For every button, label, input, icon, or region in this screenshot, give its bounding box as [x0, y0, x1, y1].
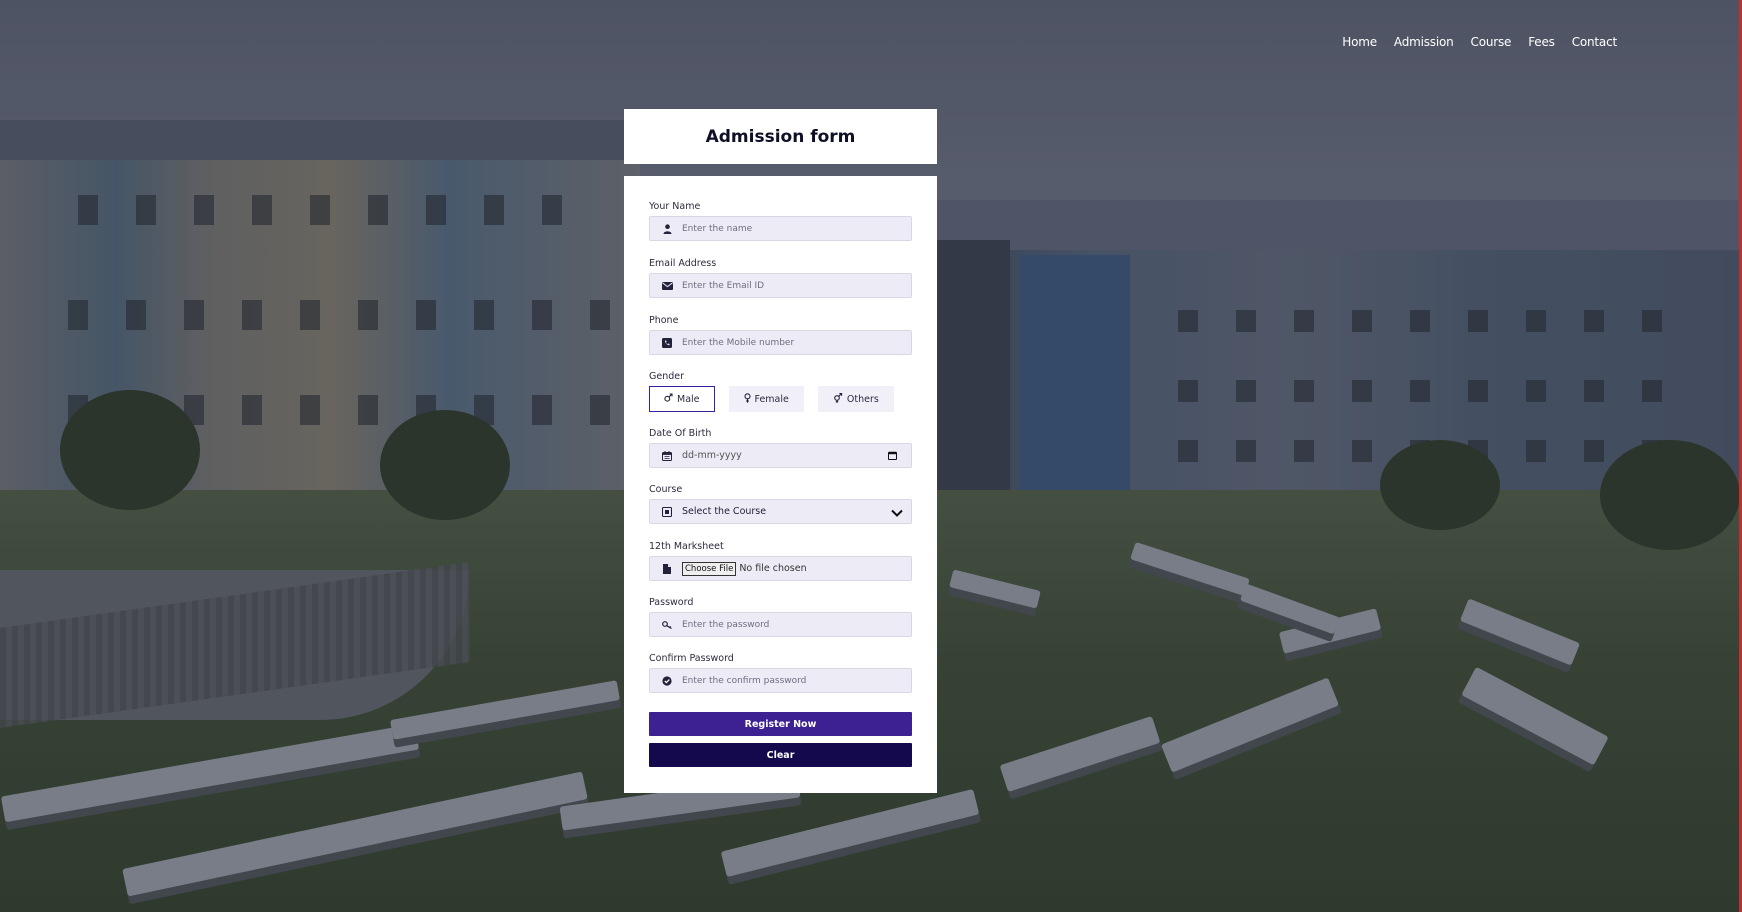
name-input[interactable]	[682, 223, 882, 234]
clear-button[interactable]: Clear	[649, 743, 912, 767]
name-field-group: Your Name	[649, 201, 912, 241]
dob-value: dd-mm-yyyy	[682, 450, 742, 461]
phone-input-box[interactable]	[649, 330, 912, 355]
female-icon	[743, 392, 751, 406]
nav-course-link[interactable]: Course	[1471, 35, 1512, 49]
phone-icon	[660, 336, 674, 350]
password-field-group: Password	[649, 597, 912, 637]
gender-others-label: Others	[846, 393, 879, 405]
form-title-card: Admission form	[624, 109, 937, 164]
user-icon	[660, 222, 674, 236]
course-selected-value: Select the Course	[682, 506, 767, 517]
male-icon	[664, 393, 673, 405]
marksheet-field-group: 12th Marksheet Choose File No file chose…	[649, 541, 912, 581]
gender-female-label: Female	[754, 393, 789, 405]
name-label: Your Name	[649, 201, 701, 212]
gender-options: Male Female Others	[649, 386, 912, 412]
dob-label: Date Of Birth	[649, 428, 712, 439]
nav-admission-link[interactable]: Admission	[1394, 35, 1454, 49]
phone-label: Phone	[649, 315, 679, 326]
gender-option-male[interactable]: Male	[649, 386, 715, 412]
confirm-password-field-group: Confirm Password	[649, 653, 912, 693]
dob-field-group: Date Of Birth dd-mm-yyyy	[649, 428, 912, 468]
email-field-group: Email Address	[649, 258, 912, 298]
nav-contact-link[interactable]: Contact	[1572, 35, 1617, 49]
file-icon	[660, 562, 674, 576]
marksheet-label: 12th Marksheet	[649, 541, 724, 552]
choose-file-button[interactable]: Choose File	[682, 561, 737, 576]
confirm-password-label: Confirm Password	[649, 653, 734, 664]
marksheet-file-input[interactable]: Choose File No file chosen	[649, 556, 912, 581]
course-icon	[660, 505, 674, 519]
envelope-icon	[660, 279, 674, 293]
admission-form: Your Name Email Address Phone Gender	[624, 176, 937, 793]
register-now-button[interactable]: Register Now	[649, 712, 912, 736]
file-status-text: No file chosen	[739, 563, 807, 574]
check-circle-icon	[660, 674, 674, 688]
dob-input[interactable]: dd-mm-yyyy	[649, 443, 912, 468]
email-input-box[interactable]	[649, 273, 912, 298]
phone-input[interactable]	[682, 337, 882, 348]
course-select[interactable]: Select the Course	[649, 499, 912, 524]
confirm-password-input-box[interactable]	[649, 668, 912, 693]
key-icon	[660, 618, 674, 632]
transgender-icon	[833, 392, 843, 406]
gender-option-female[interactable]: Female	[728, 386, 804, 412]
gender-field-group: Gender Male Female Others	[649, 371, 912, 412]
email-label: Email Address	[649, 258, 717, 269]
password-input[interactable]	[682, 619, 882, 630]
calendar-picker-icon[interactable]	[885, 449, 899, 463]
form-title: Admission form	[705, 126, 856, 147]
chevron-down-icon[interactable]	[891, 502, 903, 521]
gender-male-label: Male	[677, 393, 700, 405]
password-input-box[interactable]	[649, 612, 912, 637]
calendar-icon	[660, 449, 674, 463]
email-input[interactable]	[682, 280, 882, 291]
gender-option-others[interactable]: Others	[817, 386, 894, 412]
course-field-group: Course Select the Course	[649, 484, 912, 524]
course-label: Course	[649, 484, 683, 495]
gender-label: Gender	[649, 371, 685, 382]
nav-fees-link[interactable]: Fees	[1528, 35, 1555, 49]
name-input-box[interactable]	[649, 216, 912, 241]
phone-field-group: Phone	[649, 315, 912, 355]
password-label: Password	[649, 597, 694, 608]
top-navigation: Home Admission Course Fees Contact	[1342, 35, 1617, 49]
nav-home-link[interactable]: Home	[1342, 35, 1377, 49]
confirm-password-input[interactable]	[682, 675, 882, 686]
